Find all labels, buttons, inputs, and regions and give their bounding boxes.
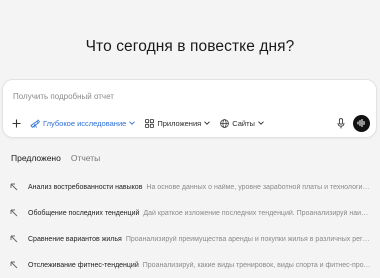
microphone-icon bbox=[337, 117, 345, 128]
suggestion-list: Анализ востребованности навыков На основ… bbox=[10, 174, 372, 278]
suggestion-title: Сравнение вариантов жилья bbox=[28, 235, 122, 243]
suggestion-item[interactable]: Анализ востребованности навыков На основ… bbox=[10, 174, 372, 200]
arrow-up-left-icon bbox=[10, 209, 22, 217]
tab-suggested[interactable]: Предложено bbox=[11, 153, 61, 163]
arrow-up-left-icon bbox=[10, 183, 22, 191]
voice-mode-button[interactable] bbox=[353, 114, 370, 132]
suggestion-item[interactable]: Сравнение вариантов жилья Проанализируй … bbox=[10, 226, 372, 252]
apps-button[interactable]: Приложения bbox=[145, 118, 211, 128]
sites-label: Сайты bbox=[232, 118, 255, 128]
suggestion-description: Дай краткое изложение последних тенденци… bbox=[143, 209, 372, 217]
suggestion-item[interactable]: Обобщение последних тенденций Дай кратко… bbox=[10, 200, 372, 226]
arrow-up-left-icon bbox=[10, 235, 22, 243]
suggestion-title: Обобщение последних тенденций bbox=[28, 209, 140, 217]
suggestion-item[interactable]: Отслеживание фитнес-тенденций Проанализи… bbox=[10, 252, 372, 278]
tab-reports[interactable]: Отчеты bbox=[71, 153, 100, 163]
plus-icon bbox=[12, 119, 20, 127]
suggestion-description: Проанализируй, какие виды тренировок, ви… bbox=[142, 261, 372, 269]
deep-research-label: Глубокое исследование bbox=[43, 118, 127, 128]
apps-label: Приложения bbox=[157, 118, 202, 128]
voice-waveform-icon bbox=[357, 119, 365, 127]
dictate-button[interactable] bbox=[337, 117, 345, 129]
deep-research-button[interactable]: Глубокое исследование bbox=[30, 118, 136, 128]
tab-bar: Предложено Отчеты bbox=[11, 153, 110, 163]
chevron-down-icon bbox=[129, 121, 136, 125]
suggestion-title: Анализ востребованности навыков bbox=[28, 183, 143, 191]
suggestion-description: Проанализируй преимущества аренды и поку… bbox=[125, 235, 372, 243]
apps-icon bbox=[145, 118, 155, 128]
arrow-up-left-icon bbox=[10, 261, 22, 269]
sites-button[interactable]: Сайты bbox=[220, 119, 264, 128]
chevron-down-icon bbox=[258, 121, 264, 125]
composer-box[interactable]: Получить подробный отчет Глубокое исслед… bbox=[2, 79, 377, 138]
globe-icon bbox=[220, 118, 230, 128]
suggestion-description: На основе данных о найме, уровне заработ… bbox=[146, 183, 372, 191]
add-button[interactable] bbox=[11, 118, 21, 128]
page-title: Что сегодня в повестке дня? bbox=[85, 38, 295, 55]
chevron-down-icon bbox=[204, 121, 211, 125]
telescope-icon bbox=[30, 118, 40, 128]
composer-toolbar: Глубокое исследование Приложения Сайты bbox=[11, 114, 370, 132]
prompt-input[interactable]: Получить подробный отчет bbox=[13, 92, 114, 101]
suggestion-title: Отслеживание фитнес-тенденций bbox=[28, 261, 139, 269]
